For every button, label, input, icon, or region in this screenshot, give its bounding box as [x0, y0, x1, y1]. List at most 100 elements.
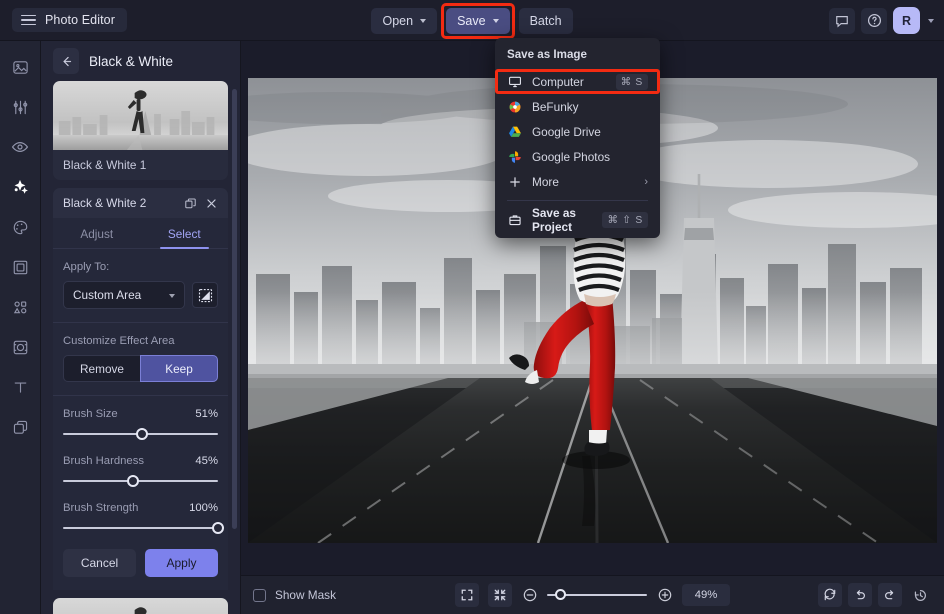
layer-row[interactable]: Black & White 2 [53, 188, 228, 218]
menu-item-befunky[interactable]: BeFunky [495, 94, 660, 119]
brush-hardness-value: 45% [195, 455, 218, 467]
open-button[interactable]: Open [371, 7, 438, 34]
app-title: Photo Editor [45, 13, 115, 27]
apply-to-section: Apply To: Custom Area [53, 249, 228, 322]
rail-item-image[interactable] [6, 53, 34, 81]
effect-card-label: Black & White 1 [63, 158, 147, 172]
show-mask-label: Show Mask [275, 588, 336, 602]
history-button[interactable] [908, 583, 932, 607]
rail-item-overlays[interactable] [6, 333, 34, 361]
zoom-slider[interactable] [547, 588, 647, 602]
chevron-right-icon: › [644, 175, 648, 188]
rail-item-frames[interactable] [6, 253, 34, 281]
brush-hardness-label: Brush Hardness [63, 455, 144, 467]
menu-item-google-drive[interactable]: Google Drive [495, 119, 660, 144]
layers-icon [13, 420, 27, 434]
brush-size-block: Brush Size 51% [63, 408, 218, 441]
show-mask-toggle[interactable]: Show Mask [253, 588, 336, 602]
overlay-icon [13, 340, 27, 354]
brush-strength-slider[interactable] [63, 521, 224, 535]
customize-area-section: Customize Effect Area Remove Keep [53, 323, 228, 395]
zoom-out-button[interactable] [521, 587, 538, 604]
brush-size-label: Brush Size [63, 408, 118, 420]
brush-strength-label: Brush Strength [63, 502, 139, 514]
text-icon [14, 381, 26, 393]
chat-bubble-icon [836, 15, 848, 27]
tab-select[interactable]: Select [141, 218, 229, 249]
back-button[interactable] [53, 48, 79, 74]
panel-tabs: Adjust Select [53, 218, 228, 249]
close-layer-button[interactable] [205, 197, 218, 210]
brush-size-slider[interactable] [63, 427, 218, 441]
rail-item-layers[interactable] [6, 413, 34, 441]
next-effect-card[interactable]: Black & White 3 [53, 598, 228, 614]
help-button[interactable] [861, 7, 887, 34]
expand-button[interactable] [455, 583, 479, 607]
duplicate-layer-button[interactable] [184, 197, 197, 210]
zoom-slider-knob[interactable] [555, 589, 566, 600]
slider-knob[interactable] [136, 428, 149, 440]
slider-knob[interactable] [126, 475, 139, 487]
keep-button[interactable]: Keep [140, 355, 218, 382]
rail-item-graphics[interactable] [6, 293, 34, 321]
apply-to-select[interactable]: Custom Area [63, 281, 185, 309]
tab-adjust[interactable]: Adjust [53, 218, 141, 248]
minus-circle-icon [523, 588, 536, 602]
tool-rail [0, 41, 41, 614]
menu-label-google-drive: Google Drive [532, 124, 601, 139]
chevron-down-icon[interactable] [928, 18, 934, 23]
panel-scrollbar[interactable] [232, 89, 237, 529]
rail-item-text[interactable] [6, 373, 34, 401]
rail-item-effects[interactable] [6, 173, 34, 201]
customize-label: Customize Effect Area [63, 335, 175, 347]
shortcut-computer: ⌘ S [615, 73, 648, 90]
feedback-button[interactable] [829, 7, 855, 34]
sparkles-icon [14, 179, 28, 194]
befunky-icon [507, 100, 522, 114]
menu-item-more[interactable]: More › [495, 169, 660, 194]
save-label: Save [457, 13, 486, 28]
invert-selection-icon [198, 288, 212, 302]
monitor-icon [507, 75, 522, 89]
redo-icon [885, 590, 894, 600]
open-label: Open [382, 13, 414, 28]
history-controls [818, 583, 932, 607]
remove-button[interactable]: Remove [63, 355, 140, 382]
rail-item-retouch[interactable] [6, 133, 34, 161]
apply-to-value: Custom Area [73, 288, 142, 302]
cancel-button[interactable]: Cancel [63, 549, 136, 577]
reset-button[interactable] [818, 583, 842, 607]
batch-button[interactable]: Batch [518, 7, 573, 34]
reset-icon [824, 588, 836, 601]
menu-item-google-photos[interactable]: Google Photos [495, 144, 660, 169]
undo-button[interactable] [848, 583, 872, 607]
expand-icon [461, 589, 473, 601]
rail-item-edit[interactable] [6, 93, 34, 121]
zoom-in-button[interactable] [656, 587, 673, 604]
rail-item-artsy[interactable] [6, 213, 34, 241]
redo-button[interactable] [878, 583, 902, 607]
slider-track [63, 527, 218, 529]
google-photos-icon [507, 150, 522, 164]
arrow-left-icon [62, 56, 71, 66]
chevron-down-icon [169, 293, 175, 298]
brush-hardness-block: Brush Hardness 45% [63, 455, 218, 488]
shapes-icon [13, 300, 26, 313]
menu-item-save-as-project[interactable]: Save as Project ⌘ ⇧ S [495, 206, 660, 234]
menu-item-computer[interactable]: Computer ⌘ S [495, 69, 660, 94]
brush-hardness-slider[interactable] [63, 474, 218, 488]
zoom-level-value[interactable]: 49% [682, 584, 730, 606]
slider-knob[interactable] [212, 522, 224, 534]
show-mask-checkbox[interactable] [253, 588, 266, 602]
avatar[interactable]: R [893, 7, 920, 34]
brush-strength-value: 100% [189, 502, 218, 514]
save-button[interactable]: Save [446, 7, 510, 34]
invert-selection-button[interactable] [192, 282, 218, 308]
menu-label-more: More [532, 174, 559, 189]
apply-button[interactable]: Apply [145, 549, 218, 577]
frame-icon [13, 260, 27, 274]
save-dropdown-menu: Save as Image Computer ⌘ S BeFunky Googl… [495, 38, 660, 238]
fit-to-screen-button[interactable] [488, 583, 512, 607]
app-menu-button[interactable]: Photo Editor [12, 8, 127, 32]
effect-card[interactable]: Black & White 1 [53, 81, 228, 180]
